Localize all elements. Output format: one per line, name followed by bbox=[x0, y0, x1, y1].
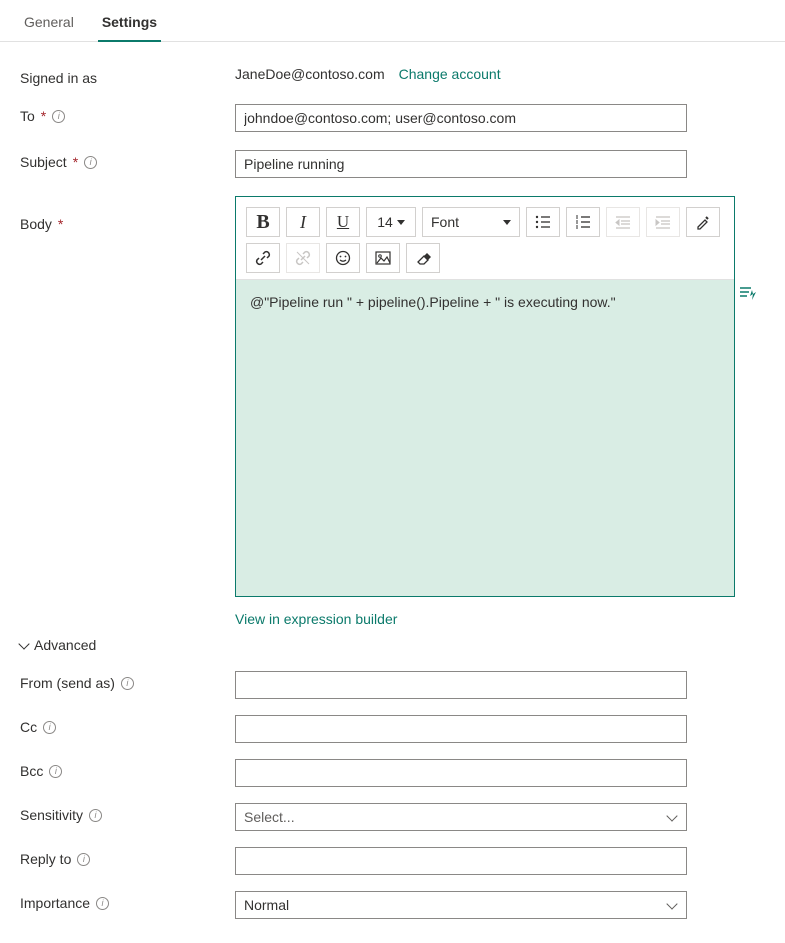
outdent-icon bbox=[615, 215, 631, 229]
bold-button[interactable]: B bbox=[246, 207, 280, 237]
numbered-list-button[interactable] bbox=[566, 207, 600, 237]
image-button[interactable] bbox=[366, 243, 400, 273]
to-input[interactable] bbox=[235, 104, 687, 132]
label-signed-in: Signed in as bbox=[20, 70, 97, 86]
chevron-down-icon bbox=[503, 220, 511, 225]
dynamic-content-button[interactable] bbox=[739, 284, 757, 302]
bullet-list-icon bbox=[535, 215, 551, 229]
unlink-icon bbox=[295, 250, 311, 266]
bullet-list-button[interactable] bbox=[526, 207, 560, 237]
body-textarea[interactable]: @"Pipeline run " + pipeline().Pipeline +… bbox=[236, 280, 734, 596]
cc-input[interactable] bbox=[235, 715, 687, 743]
font-size-select[interactable]: 14 bbox=[366, 207, 416, 237]
label-sensitivity: Sensitivity bbox=[20, 807, 83, 823]
info-icon[interactable]: i bbox=[77, 853, 90, 866]
required-star: * bbox=[41, 108, 46, 124]
info-icon[interactable]: i bbox=[84, 156, 97, 169]
label-reply-to: Reply to bbox=[20, 851, 71, 867]
change-account-link[interactable]: Change account bbox=[399, 66, 501, 82]
link-button[interactable] bbox=[246, 243, 280, 273]
chevron-down-icon bbox=[666, 898, 677, 909]
info-icon[interactable]: i bbox=[96, 897, 109, 910]
sensitivity-select[interactable]: Select... bbox=[235, 803, 687, 831]
italic-button[interactable]: I bbox=[286, 207, 320, 237]
eraser-icon bbox=[415, 251, 431, 265]
importance-select[interactable]: Normal bbox=[235, 891, 687, 919]
tab-general[interactable]: General bbox=[20, 8, 78, 41]
label-bcc: Bcc bbox=[20, 763, 43, 779]
outdent-button[interactable] bbox=[606, 207, 640, 237]
label-subject: Subject bbox=[20, 154, 67, 170]
from-input[interactable] bbox=[235, 671, 687, 699]
info-icon[interactable]: i bbox=[121, 677, 134, 690]
editor-toolbar: B I U 14 Font bbox=[236, 197, 734, 280]
tabs-bar: General Settings bbox=[0, 0, 785, 42]
image-icon bbox=[375, 251, 391, 265]
dynamic-content-icon bbox=[739, 284, 757, 302]
required-star: * bbox=[58, 216, 63, 232]
body-editor: B I U 14 Font bbox=[235, 196, 735, 597]
settings-form: Signed in as JaneDoe@contoso.com Change … bbox=[0, 42, 785, 943]
emoji-icon bbox=[335, 250, 351, 266]
advanced-toggle[interactable]: Advanced bbox=[20, 637, 765, 653]
numbered-list-icon bbox=[575, 215, 591, 229]
reply-to-input[interactable] bbox=[235, 847, 687, 875]
label-advanced: Advanced bbox=[34, 637, 96, 653]
chevron-down-icon bbox=[666, 810, 677, 821]
view-expression-link[interactable]: View in expression builder bbox=[235, 611, 735, 627]
importance-value: Normal bbox=[244, 897, 289, 913]
label-cc: Cc bbox=[20, 719, 37, 735]
label-from: From (send as) bbox=[20, 675, 115, 691]
required-star: * bbox=[73, 154, 78, 170]
indent-button[interactable] bbox=[646, 207, 680, 237]
emoji-button[interactable] bbox=[326, 243, 360, 273]
eraser-button[interactable] bbox=[406, 243, 440, 273]
info-icon[interactable]: i bbox=[52, 110, 65, 123]
indent-icon bbox=[655, 215, 671, 229]
signed-in-email: JaneDoe@contoso.com bbox=[235, 66, 385, 82]
sensitivity-placeholder: Select... bbox=[244, 809, 295, 825]
eyedropper-icon bbox=[695, 214, 711, 230]
label-body: Body bbox=[20, 216, 52, 232]
tab-settings[interactable]: Settings bbox=[98, 8, 161, 42]
format-painter-button[interactable] bbox=[686, 207, 720, 237]
chevron-down-icon bbox=[397, 220, 405, 225]
link-icon bbox=[255, 250, 271, 266]
font-family-select[interactable]: Font bbox=[422, 207, 520, 237]
chevron-down-icon bbox=[18, 638, 29, 649]
label-importance: Importance bbox=[20, 895, 90, 911]
label-to: To bbox=[20, 108, 35, 124]
underline-button[interactable]: U bbox=[326, 207, 360, 237]
info-icon[interactable]: i bbox=[49, 765, 62, 778]
bcc-input[interactable] bbox=[235, 759, 687, 787]
info-icon[interactable]: i bbox=[43, 721, 56, 734]
unlink-button[interactable] bbox=[286, 243, 320, 273]
info-icon[interactable]: i bbox=[89, 809, 102, 822]
subject-input[interactable] bbox=[235, 150, 687, 178]
